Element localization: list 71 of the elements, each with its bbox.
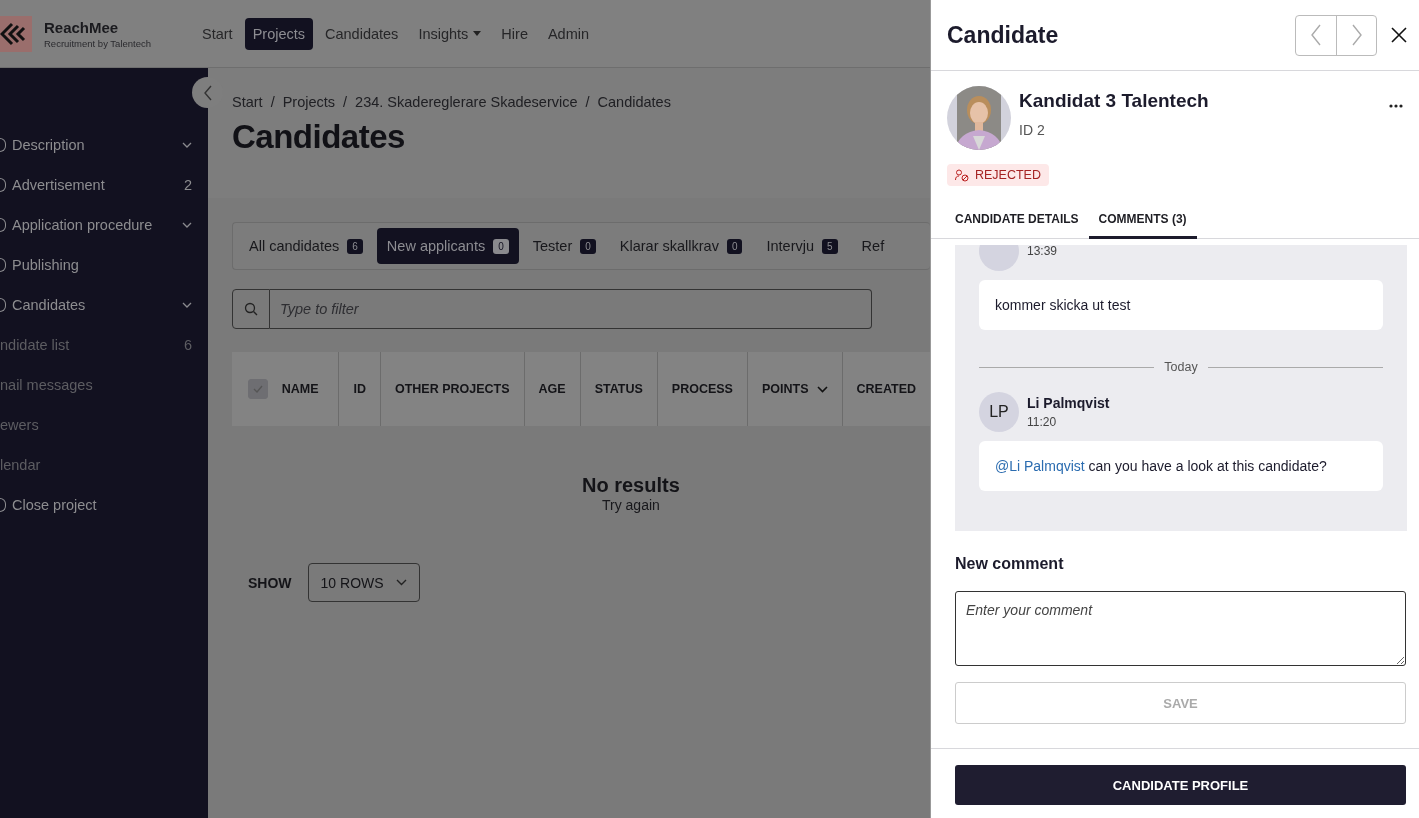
check-icon	[253, 385, 263, 393]
breadcrumb-separator: /	[343, 94, 348, 110]
comment-text: kommer skicka ut test	[979, 280, 1383, 330]
sidebar-item[interactable]: Candidates	[0, 285, 208, 325]
comment-time: 13:39	[1027, 245, 1058, 258]
nav-link[interactable]: Hire	[493, 17, 536, 50]
sidebar-item[interactable]: Publishing	[0, 245, 208, 285]
sidebar-item[interactable]: ndidate list 6	[0, 325, 208, 365]
brand-tagline: Recruitment by Talentech	[44, 37, 153, 49]
empty-title: No results	[582, 474, 680, 497]
close-button[interactable]	[1391, 27, 1407, 43]
chevron-left-icon	[202, 84, 213, 101]
nav-link[interactable]: Candidates	[317, 17, 407, 50]
show-label: SHOW	[248, 574, 292, 591]
comment-time: 11:20	[1027, 415, 1058, 429]
chevron-down-icon	[395, 579, 407, 586]
mention-link[interactable]: @Li Palmqvist	[995, 458, 1085, 474]
logo-icon	[0, 15, 32, 52]
candidate-id: ID 2	[1019, 122, 1046, 138]
column-header[interactable]: OTHER PROJECTS	[380, 352, 525, 426]
panel-tab[interactable]: COMMENTS (3)	[1088, 208, 1197, 239]
search-icon	[232, 289, 270, 329]
comment-field[interactable]: Enter your comment	[955, 591, 1406, 666]
breadcrumb-separator: /	[270, 94, 275, 110]
new-comment-label: New comment	[955, 555, 1065, 573]
filter-tab[interactable]: New applicants 0	[376, 228, 519, 264]
column-header[interactable]: ID	[339, 352, 381, 426]
rows-dropdown[interactable]: 10 ROWS	[307, 563, 420, 602]
nav-link[interactable]: Start	[194, 17, 241, 50]
sidebar-item[interactable]: Description	[0, 125, 208, 165]
nav-link[interactable]: Admin	[539, 17, 598, 50]
nav-link[interactable]: Projects	[244, 17, 313, 50]
profile-button[interactable]: CANDIDATE PROFILE	[955, 765, 1406, 805]
date-divider: Today	[1164, 360, 1198, 374]
column-header[interactable]: NAME	[268, 352, 340, 426]
sidebar-item[interactable]: Advertisement 2	[0, 165, 208, 205]
breadcrumb-link[interactable]: 234. Skadereglerare Skadeservice	[355, 94, 578, 110]
checkbox[interactable]	[248, 379, 268, 399]
breadcrumb-link[interactable]: Start	[232, 94, 263, 110]
sidebar-item[interactable]: nail messages	[0, 365, 208, 405]
empty-hint: Try again	[602, 497, 660, 513]
nav-link[interactable]: Insights	[410, 17, 490, 50]
column-header[interactable]: AGE	[524, 352, 581, 426]
column-header[interactable]: CREATED	[842, 352, 930, 426]
breadcrumb-link[interactable]: Projects	[282, 94, 336, 110]
sidebar-item[interactable]: lendar	[0, 445, 208, 485]
column-header[interactable]: POINTS	[747, 352, 843, 426]
breadcrumb-separator: /	[585, 94, 590, 110]
chevron-left-icon	[1310, 24, 1322, 46]
panel-title: Candidate	[947, 21, 1060, 49]
filter-tab[interactable]: Tester 0	[522, 228, 606, 264]
brand-name: ReachMee	[44, 18, 120, 36]
comment-text: @Li Palmqvist can you have a look at this candidate?	[979, 441, 1383, 491]
chevron-right-icon	[1350, 24, 1363, 46]
page-title: Candidates	[232, 118, 406, 156]
filter-tab[interactable]: Ref	[851, 228, 895, 264]
column-header[interactable]: PROCESS	[657, 352, 748, 426]
comment-author: Li Palmqvist	[1027, 395, 1110, 411]
filter-tab[interactable]: All candidates 6	[239, 228, 373, 264]
candidate-name: Kandidat 3 Talentech	[1019, 90, 1210, 112]
avatar: LP	[979, 392, 1019, 432]
filter-tab[interactable]: Klarar skallkrav 0	[609, 228, 753, 264]
sidebar-item[interactable]: ewers	[0, 405, 208, 445]
panel-tab[interactable]: CANDIDATE DETAILS	[945, 208, 1089, 239]
sidebar-item[interactable]: Close project	[0, 485, 208, 525]
status-badge: REJECTED	[947, 164, 1049, 186]
breadcrumb-link[interactable]: Candidates	[597, 94, 671, 110]
column-header[interactable]: STATUS	[580, 352, 658, 426]
filter-tab[interactable]: Intervju 5	[756, 228, 848, 264]
filter-field[interactable]: Type to filter	[270, 289, 872, 329]
sidebar-item[interactable]: Application procedure	[0, 205, 208, 245]
